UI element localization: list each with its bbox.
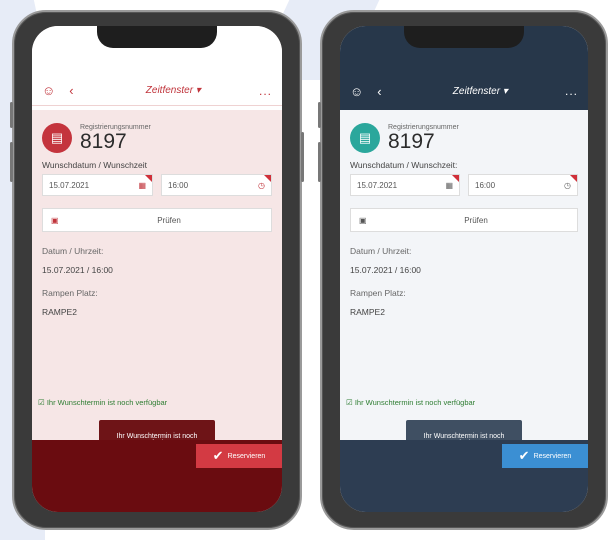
nav-bar: ☺ ‹ Zeitfenster ▾ ... [32,76,282,106]
date-field[interactable]: 15.07.2021 ▦ [350,174,460,196]
datum-value: 15.07.2021 / 16:00 [350,265,421,275]
reserve-button[interactable]: ✔ Reservieren [502,444,588,468]
required-marker [570,175,577,182]
screen-left: ☺ ‹ Zeitfenster ▾ ... ▤ Registrierungsnu… [32,26,282,512]
rampe-label: Rampen Platz: [350,288,406,298]
calendar-check-icon: ▣ [359,215,367,225]
side-button [318,102,321,128]
phone-right: ☺ ‹ Zeitfenster ▾ ... ▤ Registrierungsnu… [318,10,608,530]
truck-icon: ▤ [42,123,72,153]
content: ▤ Registrierungsnummer 8197 Wunschdatum … [32,110,282,324]
availability-label: Ihr Wunschtermin ist noch verfügbar [354,398,476,407]
time-field[interactable]: 16:00 ◷ [161,174,272,196]
side-button [10,102,13,128]
pruefen-button[interactable]: ▣ Prüfen [350,208,578,232]
checkmark-icon: ✔ [518,448,530,463]
datum-label: Datum / Uhrzeit: [42,246,104,256]
datum-label: Datum / Uhrzeit: [350,246,412,256]
required-marker [452,175,459,182]
result-info: Datum / Uhrzeit: 15.07.2021 / 16:00 Ramp… [42,246,272,318]
footer-bar: ✔ Reservieren [32,440,282,512]
rampe-value: RAMPE2 [42,307,77,317]
notch [97,26,217,48]
back-icon[interactable]: ‹ [377,84,381,99]
screen-right: ☺ ‹ Zeitfenster ▾ ... ▤ Registrierungsnu… [340,26,588,512]
availability-label: Ihr Wunschtermin ist noch verfügbar [46,398,168,407]
phone-left: ☺ ‹ Zeitfenster ▾ ... ▤ Registrierungsnu… [10,10,304,530]
datum-value: 15.07.2021 / 16:00 [42,265,113,275]
wish-label: Wunschdatum / Wunschzeit: [350,160,458,170]
registration-block: ▤ Registrierungsnummer 8197 [350,116,578,160]
date-time-row: 15.07.2021 ▦ 16:00 ◷ [350,174,578,196]
user-icon[interactable]: ☺ [350,84,363,99]
time-field[interactable]: 16:00 ◷ [468,174,578,196]
content: ▤ Registrierungsnummer 8197 Wunschdatum … [340,110,588,324]
more-icon[interactable]: ... [565,84,578,98]
pruefen-button[interactable]: ▣ Prüfen [42,208,272,232]
pruefen-label: Prüfen [464,215,488,225]
side-button [318,142,321,182]
side-button [301,132,304,182]
calendar-check-icon: ▣ [51,215,59,225]
required-marker [264,175,271,182]
side-button [10,142,13,182]
date-value: 15.07.2021 [49,180,90,190]
date-time-row: 15.07.2021 ▦ 16:00 ◷ [42,174,272,196]
user-icon[interactable]: ☺ [42,83,55,98]
checkmark-icon: ✔ [212,448,224,463]
nav-title[interactable]: Zeitfenster ▾ [88,85,259,96]
footer-bar: ✔ Reservieren [340,440,588,512]
reserve-label: Reservieren [533,452,572,460]
availability-text: ☑ Ihr Wunschtermin ist noch verfügbar [346,398,475,407]
reserve-label: Reservieren [227,452,266,460]
registration-number: 8197 [80,129,127,153]
date-field[interactable]: 15.07.2021 ▦ [42,174,153,196]
truck-icon: ▤ [350,123,380,153]
availability-text: ☑ Ihr Wunschtermin ist noch verfügbar [38,398,167,407]
registration-block: ▤ Registrierungsnummer 8197 [42,116,272,160]
check-icon: ☑ [38,398,45,407]
wish-label: Wunschdatum / Wunschzeit [42,160,148,170]
time-value: 16:00 [475,180,496,190]
reserve-button[interactable]: ✔ Reservieren [196,444,282,468]
registration-number: 8197 [388,129,435,153]
nav-bar: ☺ ‹ Zeitfenster ▾ ... [340,76,588,106]
time-value: 16:00 [168,180,189,190]
more-icon[interactable]: ... [259,84,272,98]
notch [404,26,524,48]
rampe-value: RAMPE2 [350,307,385,317]
pruefen-label: Prüfen [157,215,181,225]
date-value: 15.07.2021 [357,180,398,190]
nav-title[interactable]: Zeitfenster ▾ [396,86,565,97]
rampe-label: Rampen Platz: [42,288,98,298]
back-icon[interactable]: ‹ [69,83,73,98]
result-info: Datum / Uhrzeit: 15.07.2021 / 16:00 Ramp… [350,246,578,318]
check-icon: ☑ [346,398,353,407]
required-marker [145,175,152,182]
